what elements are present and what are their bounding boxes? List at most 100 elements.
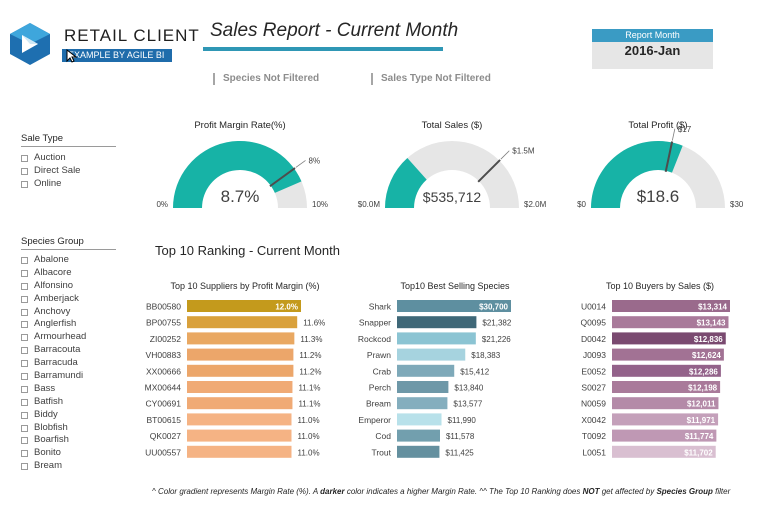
checkbox-icon[interactable] [21, 372, 28, 380]
ranking-title: Top 10 Ranking - Current Month [155, 243, 340, 258]
checkbox-icon[interactable] [21, 360, 28, 368]
species-group-option-label: Bass [34, 382, 56, 394]
bar-category-label: Snapper [359, 318, 391, 328]
bar-category-label: X0042 [581, 415, 606, 425]
checkbox-icon[interactable] [21, 295, 28, 303]
checkbox-icon[interactable] [21, 347, 28, 355]
species-group-option-label: Amberjack [34, 292, 79, 304]
checkbox-icon[interactable] [21, 167, 28, 175]
checkbox-icon[interactable] [21, 411, 28, 419]
gauge-min-label: $0.0M [358, 200, 381, 209]
bar-value-label: $11,990 [448, 416, 477, 425]
species-group-option-label: Barracuda [34, 357, 78, 369]
bar-value-label: $12,836 [694, 335, 723, 344]
checkbox-icon[interactable] [21, 463, 28, 471]
species-group-option-blobfish[interactable]: Blobfish [21, 422, 116, 435]
brand-name: RETAIL CLIENT [64, 26, 200, 45]
bar-value-label: 11.1% [298, 384, 320, 393]
species-group-option-label: Biddy [34, 408, 58, 420]
bar-value-label: $12,198 [688, 384, 717, 393]
checkbox-icon[interactable] [21, 256, 28, 264]
bar-category-label: Cod [375, 431, 391, 441]
bar-value-label: 11.0% [298, 416, 320, 425]
species-group-option-abalone[interactable]: Abalone [21, 254, 116, 267]
gauge-value-label: 8.7% [221, 187, 260, 206]
species-group-option-barracuda[interactable]: Barracuda [21, 357, 116, 370]
checkbox-icon[interactable] [21, 450, 28, 458]
species-group-option-label: Anglerfish [34, 318, 77, 330]
bar-category-label: QK0027 [150, 431, 181, 441]
sale-type-option-label: Online [34, 177, 62, 189]
bar-value-label: $11,774 [685, 432, 714, 441]
bar-cy00691 [187, 397, 293, 410]
checkbox-icon[interactable] [21, 437, 28, 445]
sale-type-option-auction[interactable]: Auction [21, 152, 116, 165]
checkbox-icon[interactable] [21, 154, 28, 162]
bar-category-label: Prawn [367, 350, 391, 360]
checkbox-icon[interactable] [21, 308, 28, 316]
bar-category-label: Perch [369, 383, 391, 393]
bar-category-label: L0051 [582, 447, 606, 457]
species-group-slicer-title: Species Group [21, 236, 84, 247]
mouse-cursor-icon [66, 49, 78, 63]
bar-value-label: $11,702 [684, 448, 713, 457]
report-month-value: 2016-Jan [624, 43, 681, 58]
species-chart-title: Top10 Best Selling Species [400, 281, 510, 291]
species-group-option-boarfish[interactable]: Boarfish [21, 434, 116, 447]
species-group-option-anchovy[interactable]: Anchovy [21, 306, 116, 319]
bar-crab [397, 364, 455, 377]
species-group-option-barramundi[interactable]: Barramundi [21, 370, 116, 383]
bar-bp00755 [187, 316, 298, 329]
report-month-card: Report Month 2016-Jan [592, 29, 713, 69]
species-bar-chart: Shark $30,700 Snapper $21,382 Rockcod $21,226… [358, 300, 512, 458]
bar-category-label: J0093 [583, 350, 606, 360]
species-group-option-bream[interactable]: Bream [21, 460, 116, 473]
bar-trout [397, 445, 440, 458]
bar-mx00644 [187, 381, 293, 393]
profit-margin-gauge: 8% 0% 10% 8.7% [156, 140, 328, 209]
species-group-option-armourhead[interactable]: Armourhead [21, 331, 116, 344]
bar-qk0027 [187, 429, 292, 442]
gauge-target-label: 8% [309, 156, 321, 165]
species-group-option-bass[interactable]: Bass [21, 383, 116, 396]
species-group-option-amberjack[interactable]: Amberjack [21, 293, 116, 306]
brand-subtitle: EXAMPLE BY AGILE BI [62, 49, 172, 62]
sale-type-option-label: Auction [34, 152, 66, 163]
species-group-option-albacore[interactable]: Albacore [21, 267, 116, 280]
bar-category-label: BB00580 [146, 302, 181, 312]
gauge-value-label: $18.6 [637, 187, 680, 206]
sale-type-option-direct-sale[interactable]: Direct Sale [21, 165, 116, 178]
bar-value-label: $11,578 [446, 432, 475, 441]
title-underline [203, 47, 443, 51]
checkbox-icon[interactable] [21, 321, 28, 329]
bar-category-label: CY00691 [146, 399, 182, 409]
sale-type-option-online[interactable]: Online [21, 178, 116, 191]
bar-rockcod [397, 332, 476, 345]
bar-category-label: BT00615 [147, 415, 182, 425]
species-group-option-anglerfish[interactable]: Anglerfish [21, 318, 116, 331]
checkbox-icon[interactable] [21, 334, 28, 342]
sales-type-filter-status: Sales Type Not Filtered [371, 73, 491, 85]
species-group-option-label: Boarfish [34, 434, 69, 446]
species-group-option-batfish[interactable]: Batfish [21, 396, 116, 409]
checkbox-icon[interactable] [21, 282, 28, 290]
checkbox-icon[interactable] [21, 424, 28, 432]
bar-value-label: $18,383 [471, 351, 500, 360]
checkbox-icon[interactable] [21, 269, 28, 277]
bar-value-label: $15,412 [460, 367, 489, 376]
species-group-option-biddy[interactable]: Biddy [21, 409, 116, 422]
bar-category-label: Rockcod [358, 334, 391, 344]
bar-value-label: $11,425 [445, 448, 474, 457]
species-group-option-alfonsino[interactable]: Alfonsino [21, 280, 116, 293]
bar-value-label: $13,577 [453, 400, 482, 409]
total-sales-gauge: $1.5M $0.0M $2.0M $535,712 [358, 141, 547, 209]
checkbox-icon[interactable] [21, 398, 28, 406]
checkbox-icon[interactable] [21, 180, 28, 188]
bar-category-label: XX00666 [146, 366, 181, 376]
species-group-option-barracouta[interactable]: Barracouta [21, 344, 116, 357]
gauge-target-label: $1.5M [512, 147, 535, 156]
species-group-option-bonito[interactable]: Bonito [21, 447, 116, 460]
bar-category-label: Trout [371, 447, 391, 457]
bar-category-label: U0014 [581, 302, 606, 312]
checkbox-icon[interactable] [21, 385, 28, 393]
